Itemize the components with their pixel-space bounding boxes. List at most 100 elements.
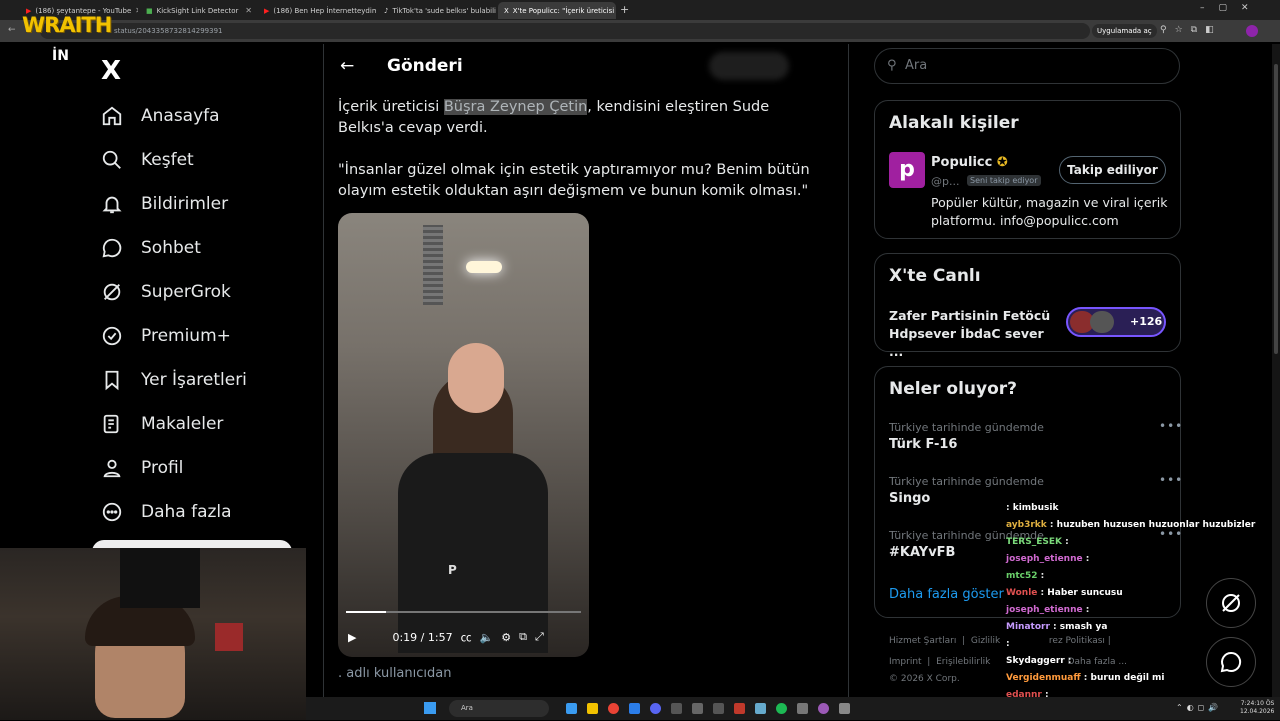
trend-name[interactable]: Singo xyxy=(889,491,930,506)
back-arrow-icon[interactable]: ← xyxy=(340,56,354,76)
following-button[interactable]: Takip ediliyor xyxy=(1059,156,1166,184)
app-icon[interactable] xyxy=(713,703,724,714)
url-field[interactable]: status/2043358732814299391 xyxy=(40,23,1090,39)
windows-start-icon[interactable] xyxy=(424,702,436,714)
browser-tab[interactable]: ▶(186) Ben Hep İnternetteydim✕ xyxy=(258,2,376,19)
profile-avatar-icon[interactable] xyxy=(1246,25,1258,37)
youtube-icon: ▶ xyxy=(264,6,270,15)
settings-icon[interactable]: ⚙ xyxy=(501,631,511,644)
messages-fab-button[interactable] xyxy=(1206,637,1256,687)
open-in-app-chip[interactable]: Uygulamada aç xyxy=(1092,24,1157,38)
grok-fab-button[interactable] xyxy=(1206,578,1256,628)
chat-separator: : xyxy=(1006,639,1010,649)
live-participants[interactable]: +126 xyxy=(1066,307,1166,337)
chat-text: kimbusik xyxy=(1012,503,1059,513)
scrollbar-thumb[interactable] xyxy=(1274,64,1278,354)
app-icon[interactable] xyxy=(566,703,577,714)
post-quote: "İnsanlar güzel olmak için estetik yaptı… xyxy=(338,162,810,199)
pip-icon[interactable]: ⧉ xyxy=(519,630,527,644)
chrome-icon[interactable] xyxy=(608,703,619,714)
browser-toolbar-icons[interactable]: ⚲☆⧉◧ xyxy=(1160,25,1222,35)
app-icon[interactable] xyxy=(587,703,598,714)
nav-notifications[interactable]: Bildirimler xyxy=(100,182,247,226)
nav-premium[interactable]: Premium+ xyxy=(100,314,247,358)
video-player[interactable]: P ▶ 0:19 / 1:57 ㏄ 🔈 ⚙ ⧉ ⤢ xyxy=(338,213,589,657)
nav-supergrok[interactable]: SuperGrok xyxy=(100,270,247,314)
app-icon[interactable] xyxy=(629,703,640,714)
chat-separator: : xyxy=(1082,605,1090,615)
person-icon xyxy=(100,456,124,480)
search-input[interactable]: ⚲ Ara xyxy=(874,48,1180,84)
browser-tab-active[interactable]: XX'te Populicc: "İçerik üreticisi Bü✕ xyxy=(498,2,616,19)
spotify-icon[interactable] xyxy=(776,703,787,714)
close-icon[interactable]: ✕ xyxy=(245,6,252,15)
chat-username[interactable]: Wonle xyxy=(1006,588,1037,598)
chat-username[interactable]: Skydaggerr xyxy=(1006,656,1065,666)
captions-icon[interactable]: ㏄ xyxy=(461,629,472,645)
grok-icon xyxy=(100,280,124,304)
chat-separator: : xyxy=(1064,656,1072,666)
nav-articles[interactable]: Makaleler xyxy=(100,402,247,446)
ceiling-vent xyxy=(423,225,443,305)
populicc-avatar[interactable]: p xyxy=(889,152,925,188)
chat-username[interactable]: Vergidenmuaff xyxy=(1006,673,1081,683)
browser-tab-bar: ▶(186) şeytantepe - YouTube✕ ■KickSight … xyxy=(0,0,1280,20)
clock[interactable]: 7:24:10 ÖS 12.04.2026 xyxy=(1240,700,1274,716)
x-logo-icon[interactable]: X xyxy=(101,56,121,86)
chat-separator: : xyxy=(1037,588,1048,598)
left-navigation: Anasayfa Keşfet Bildirimler Sohbet Super… xyxy=(100,94,247,534)
browser-tab[interactable]: ■ KickSight Link Detector ✕ xyxy=(140,2,258,19)
trend-context: Türkiye tarihinde gündemde xyxy=(889,421,1044,434)
close-icon[interactable]: ✕ xyxy=(135,6,138,15)
app-icon[interactable] xyxy=(755,703,766,714)
fullscreen-icon[interactable]: ⤢ xyxy=(535,630,544,644)
tiktok-icon: ♪ xyxy=(384,6,389,15)
app-icon[interactable] xyxy=(734,703,745,714)
new-tab-button[interactable]: + xyxy=(620,3,629,16)
app-icon[interactable] xyxy=(839,703,850,714)
page-scrollbar[interactable] xyxy=(1272,44,1280,698)
app-icon[interactable] xyxy=(797,703,808,714)
system-tray-icons[interactable]: ⌃◐◻🔊 xyxy=(1176,703,1222,712)
copyright: © 2026 X Corp. xyxy=(889,674,960,684)
related-name[interactable]: Populicc ✪ xyxy=(931,155,1008,170)
browser-tab[interactable]: ♪TikTok'ta 'sude belkıs' bulabilir✕ xyxy=(378,2,496,19)
nav-explore[interactable]: Keşfet xyxy=(100,138,247,182)
search-icon xyxy=(100,148,124,172)
chat-username[interactable]: mtc52 xyxy=(1006,571,1038,581)
trend-name[interactable]: #KAYvFB xyxy=(889,545,955,560)
article-icon xyxy=(100,412,124,436)
nav-chat[interactable]: Sohbet xyxy=(100,226,247,270)
chat-username[interactable]: ayb3rkk xyxy=(1006,520,1047,530)
chat-username[interactable]: joseph_etienne xyxy=(1006,605,1083,615)
chat-username[interactable]: TERS_ESEK xyxy=(1006,537,1062,547)
volume-icon[interactable]: 🔈 xyxy=(480,631,494,644)
nav-more[interactable]: Daha fazla xyxy=(100,490,247,534)
window-controls[interactable]: –▢✕ xyxy=(1200,3,1263,13)
nav-profile[interactable]: Profil xyxy=(100,446,247,490)
chat-message: ayb3rkk : huzuben huzusen huzuonlar huzu… xyxy=(1006,517,1276,534)
related-handle: @p... xyxy=(931,175,960,188)
nav-bookmarks[interactable]: Yer İşaretleri xyxy=(100,358,247,402)
chat-username[interactable]: Minatorr xyxy=(1006,622,1050,632)
back-arrow-icon[interactable]: ← xyxy=(8,25,16,35)
app-icon[interactable] xyxy=(671,703,682,714)
more-options-icon[interactable]: ••• xyxy=(1159,419,1183,433)
app-icon[interactable] xyxy=(818,703,829,714)
discord-icon[interactable] xyxy=(650,703,661,714)
play-icon[interactable]: ▶ xyxy=(348,631,356,644)
show-more-link[interactable]: Daha fazla göster xyxy=(889,587,1004,602)
app-icon[interactable] xyxy=(692,703,703,714)
divider xyxy=(848,44,849,720)
nav-home[interactable]: Anasayfa xyxy=(100,94,247,138)
more-options-icon[interactable]: ••• xyxy=(1159,473,1183,487)
chat-separator: : xyxy=(1006,503,1013,513)
trend-name[interactable]: Türk F-16 xyxy=(889,437,957,452)
live-text[interactable]: Zafer Partisinin Fetöcü Hdpsever İbdaC s… xyxy=(889,307,1054,361)
video-progress-fill xyxy=(346,611,386,613)
x-live-card: X'te Canlı Zafer Partisinin Fetöcü Hdpse… xyxy=(874,253,1181,359)
chat-username[interactable]: joseph_etienne xyxy=(1006,554,1083,564)
overlay-text: İN xyxy=(52,48,69,64)
video-progress-bar[interactable] xyxy=(346,611,581,613)
taskbar-search[interactable]: Ara xyxy=(449,700,549,717)
